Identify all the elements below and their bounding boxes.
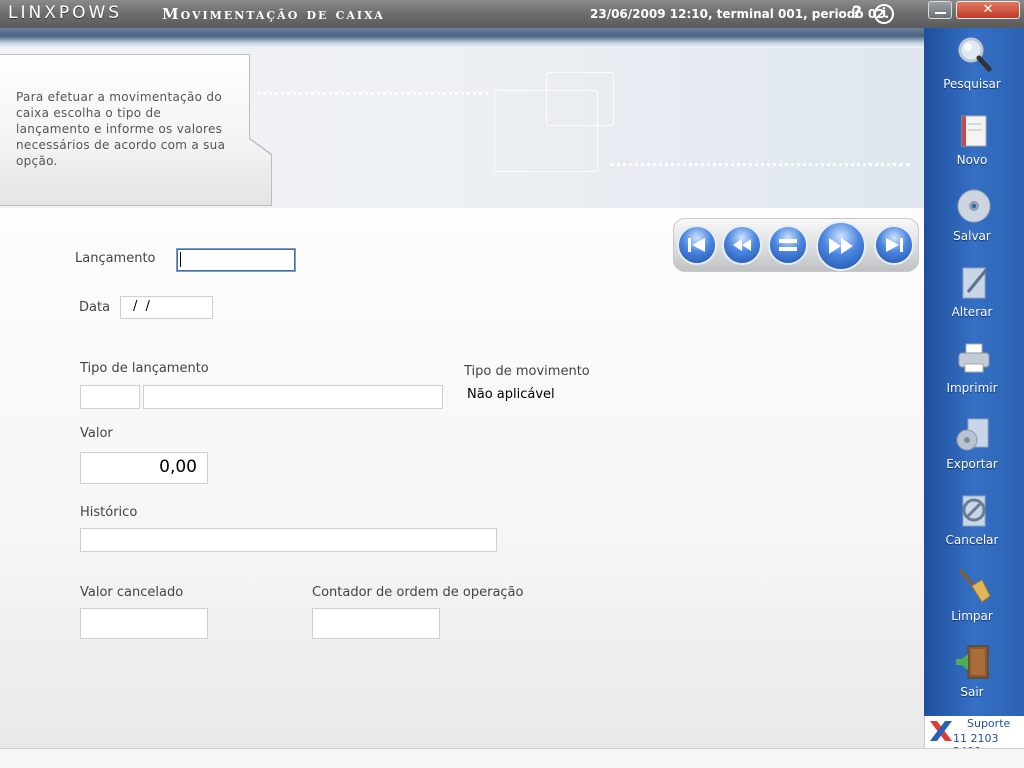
first-record-icon[interactable] bbox=[677, 225, 717, 265]
toolbar-button-novo[interactable]: Novo bbox=[924, 108, 1024, 178]
next-record-icon[interactable] bbox=[816, 221, 866, 271]
tipo-lancamento-label: Tipo de lançamento bbox=[80, 361, 209, 376]
info-icon[interactable]: i bbox=[874, 4, 894, 24]
pencil-edit-icon bbox=[962, 267, 988, 299]
contador-label: Contador de ordem de operação bbox=[312, 585, 524, 600]
minimize-button[interactable] bbox=[928, 1, 952, 19]
broom-icon bbox=[958, 569, 991, 603]
header-area: Para efetuar a movimentação do caixa esc… bbox=[0, 48, 924, 208]
tipo-movimento-value: Não aplicável bbox=[467, 387, 555, 402]
session-status: 23/06/2009 12:10, terminal 001, periodo … bbox=[590, 7, 890, 21]
date-value: / / bbox=[133, 299, 152, 314]
title-bar: LINXPOWS Movimentação de caixa 23/06/200… bbox=[0, 0, 1024, 28]
decorative-square bbox=[546, 72, 614, 126]
valor-label: Valor bbox=[80, 426, 113, 441]
toolbar-button-cancelar[interactable]: Cancelar bbox=[924, 488, 1024, 558]
historico-label: Histórico bbox=[80, 505, 138, 520]
magnifier-icon bbox=[958, 37, 992, 72]
current-record-icon[interactable] bbox=[768, 225, 808, 265]
close-button[interactable]: ✕ bbox=[956, 1, 1020, 19]
last-record-icon[interactable] bbox=[874, 225, 914, 265]
new-document-icon bbox=[961, 115, 987, 147]
date-input[interactable]: / / bbox=[120, 296, 213, 319]
instructions-box: Para efetuar a movimentação do caixa esc… bbox=[0, 54, 272, 206]
toolbar-button-sair[interactable]: Sair bbox=[924, 640, 1024, 710]
valor-cancelado-label: Valor cancelado bbox=[80, 585, 184, 600]
tipo-lancamento-description-input[interactable] bbox=[143, 385, 443, 409]
toolbar-button-pesquisar[interactable]: Pesquisar bbox=[924, 32, 1024, 102]
support-panel: Suporte 11 2103 2400 bbox=[924, 716, 1024, 758]
record-navigator bbox=[673, 218, 919, 272]
decorative-dots bbox=[258, 92, 488, 95]
exit-door-icon bbox=[956, 645, 989, 679]
toolbar-button-salvar[interactable]: Salvar bbox=[924, 184, 1024, 254]
window-title: Movimentação de caixa bbox=[162, 5, 385, 23]
toolbar-button-limpar[interactable]: Limpar bbox=[924, 564, 1024, 634]
title-strip bbox=[0, 28, 924, 48]
action-toolbar: Pesquisar Novo Salvar Alterar Imprimir E… bbox=[924, 28, 1024, 716]
toolbar-button-alterar[interactable]: Alterar bbox=[924, 260, 1024, 330]
status-bar bbox=[0, 748, 1024, 768]
form-area: Lançamento Data / / Tipo de lançamento T… bbox=[0, 208, 924, 748]
support-logo-icon bbox=[930, 721, 952, 741]
valor-value: 0,00 bbox=[159, 457, 197, 477]
tipo-lancamento-code-input[interactable] bbox=[80, 385, 140, 409]
app-brand: LINXPOWS bbox=[8, 3, 123, 23]
instructions-text: Para efetuar a movimentação do caixa esc… bbox=[16, 90, 226, 168]
valor-input[interactable]: 0,00 bbox=[80, 452, 208, 484]
cancel-icon bbox=[962, 495, 986, 527]
historico-input[interactable] bbox=[80, 528, 497, 552]
disc-icon bbox=[957, 189, 991, 223]
text-caret bbox=[180, 252, 181, 267]
help-icon[interactable]: ? bbox=[852, 3, 862, 23]
data-label: Data bbox=[79, 300, 111, 315]
toolbar-button-imprimir[interactable]: Imprimir bbox=[924, 336, 1024, 406]
toolbar-button-exportar[interactable]: Exportar bbox=[924, 412, 1024, 482]
contador-input[interactable] bbox=[312, 608, 440, 639]
decorative-dots bbox=[610, 163, 910, 166]
support-label: Suporte bbox=[967, 717, 1011, 730]
export-icon bbox=[956, 418, 989, 451]
lancamento-label: Lançamento bbox=[75, 251, 156, 266]
lancamento-input[interactable] bbox=[176, 248, 296, 272]
valor-cancelado-input[interactable] bbox=[80, 608, 208, 639]
previous-record-icon[interactable] bbox=[722, 225, 762, 265]
printer-icon bbox=[958, 343, 990, 373]
tipo-movimento-label: Tipo de movimento bbox=[464, 364, 590, 379]
